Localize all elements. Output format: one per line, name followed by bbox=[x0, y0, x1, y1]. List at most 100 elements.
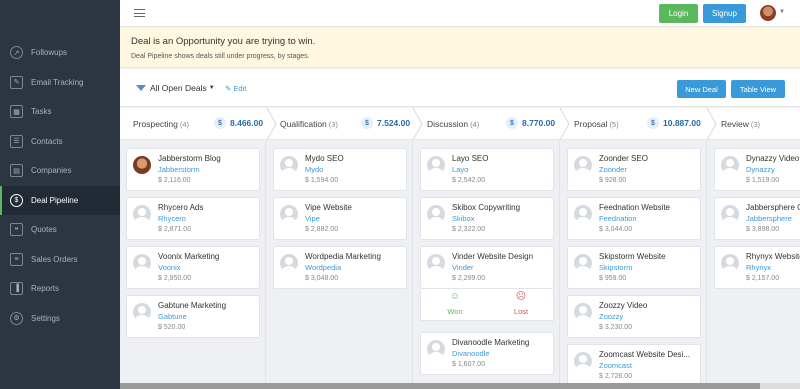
avatar bbox=[427, 156, 445, 174]
deal-title: Jabbersphere C bbox=[746, 203, 800, 212]
quote-icon: ❝ bbox=[10, 223, 23, 237]
deal-card[interactable]: Skipstorm Website Skipstorm $ 959.00 bbox=[567, 246, 701, 289]
deal-card[interactable]: Jabberstorm Blog Jabberstorm $ 2,116.00 bbox=[126, 148, 260, 191]
sidebar-item-quotes[interactable]: ❝ Quotes bbox=[0, 215, 120, 245]
stage-count: (4) bbox=[179, 119, 190, 129]
stage-proposal: Proposal (5) bbox=[574, 108, 619, 140]
sidebar-item-deal-pipeline[interactable]: $ Deal Pipeline bbox=[0, 185, 120, 215]
sidebar-item-companies[interactable]: ▤ Companies bbox=[0, 156, 120, 186]
deal-organization-link[interactable]: Feednation bbox=[599, 214, 637, 223]
deal-title: Feednation Website bbox=[599, 203, 671, 212]
stage-column-prospecting: Jabberstorm Blog Jabberstorm $ 2,116.00 … bbox=[120, 141, 266, 389]
deal-title: Gabtune Marketing bbox=[158, 301, 227, 310]
login-button[interactable]: Login bbox=[659, 4, 698, 23]
won-label: Won bbox=[447, 307, 463, 316]
sidebar-item-settings[interactable]: ⚙ Settings bbox=[0, 304, 120, 334]
won-button[interactable]: ☺ Won bbox=[435, 291, 475, 316]
deal-title: Divanoodle Marketing bbox=[452, 338, 530, 347]
deal-card[interactable]: Vinder Website Design Vinder $ 2,299.00 bbox=[420, 246, 554, 289]
lost-label: Lost bbox=[513, 307, 529, 316]
deal-organization-link[interactable]: Gabtune bbox=[158, 312, 187, 321]
deal-organization-link[interactable]: Layo bbox=[452, 165, 468, 174]
stage-name: Qualification bbox=[280, 119, 327, 129]
deal-organization-link[interactable]: Dynazzy bbox=[746, 165, 775, 174]
avatar bbox=[280, 156, 298, 174]
edit-filter-link[interactable]: ✎ Edit bbox=[225, 84, 246, 93]
deal-organization-link[interactable]: Zoomcast bbox=[599, 361, 632, 370]
dollar-icon: $ bbox=[361, 117, 373, 129]
deal-card[interactable]: Layo SEO Layo $ 2,542.00 bbox=[420, 148, 554, 191]
stage-total: $ 10.887.00 bbox=[647, 117, 701, 129]
deal-card[interactable]: Divanoodle Marketing Divanoodle $ 1,607.… bbox=[420, 332, 554, 375]
stage-column-qualification: Mydo SEO Mydo $ 1,594.00 Vipe Website Vi… bbox=[267, 141, 413, 389]
avatar bbox=[721, 205, 739, 223]
avatar bbox=[427, 205, 445, 223]
deal-amount: $ 3,898.00 bbox=[746, 226, 780, 233]
deal-card[interactable]: Dynazzy Video Dynazzy $ 1,519.00 bbox=[714, 148, 800, 191]
sidebar-item-contacts[interactable]: ☰ Contacts bbox=[0, 127, 120, 157]
hamburger-menu-icon[interactable] bbox=[134, 9, 145, 17]
table-view-button[interactable]: Table View bbox=[731, 80, 785, 98]
stage-divider-chevron bbox=[559, 108, 571, 140]
deal-organization-link[interactable]: Vipe bbox=[305, 214, 320, 223]
sidebar-item-followups[interactable]: ↗ Followups bbox=[0, 38, 120, 68]
sidebar-item-label: Tasks bbox=[31, 107, 52, 117]
deal-organization-link[interactable]: Jabberstorm bbox=[158, 165, 200, 174]
deal-organization-link[interactable]: Voonix bbox=[158, 263, 181, 272]
stage-column-review: Dynazzy Video Dynazzy $ 1,519.00 Jabbers… bbox=[708, 141, 800, 389]
deal-title: Dynazzy Video bbox=[746, 154, 800, 163]
deal-card[interactable]: Gabtune Marketing Gabtune $ 520.00 bbox=[126, 295, 260, 338]
signup-button[interactable]: Signup bbox=[703, 4, 746, 23]
avatar bbox=[133, 156, 151, 174]
deal-amount: $ 2,871.00 bbox=[158, 226, 192, 233]
horizontal-scrollbar[interactable] bbox=[120, 383, 800, 389]
stage-column-proposal: Zoonder SEO Zoonder $ 928.00 Feednation … bbox=[561, 141, 707, 389]
deal-organization-link[interactable]: Zoozzy bbox=[599, 312, 623, 321]
deal-card[interactable]: Mydo SEO Mydo $ 1,594.00 bbox=[273, 148, 407, 191]
deal-title: Skibox Copywriting bbox=[452, 203, 521, 212]
avatar[interactable] bbox=[760, 5, 776, 21]
deal-card[interactable]: Wordpedia Marketing Wordpedia $ 3,048.00 bbox=[273, 246, 407, 289]
sidebar-item-label: Email Tracking bbox=[31, 77, 84, 87]
avatar bbox=[427, 254, 445, 272]
deal-card[interactable]: Feednation Website Feednation $ 3,044.00 bbox=[567, 197, 701, 240]
deal-organization-link[interactable]: Wordpedia bbox=[305, 263, 341, 272]
sidebar-item-sales-orders[interactable]: ≡ Sales Orders bbox=[0, 245, 120, 275]
lost-button[interactable]: ☹ Lost bbox=[501, 291, 541, 316]
deal-card[interactable]: Zoonder SEO Zoonder $ 928.00 bbox=[567, 148, 701, 191]
deal-title: Zoomcast Website Desi... bbox=[599, 350, 690, 359]
deal-organization-link[interactable]: Jabbersphere bbox=[746, 214, 792, 223]
deal-title: Jabberstorm Blog bbox=[158, 154, 221, 163]
stage-total-value: 8.466.00 bbox=[230, 118, 264, 128]
deal-card[interactable]: Zoozzy Video Zoozzy $ 3,230.00 bbox=[567, 295, 701, 338]
stage-count: (3) bbox=[750, 119, 761, 129]
sidebar-item-reports[interactable]: ▐ Reports bbox=[0, 274, 120, 304]
deal-organization-link[interactable]: Rhynyx bbox=[746, 263, 771, 272]
deal-card[interactable]: Voonix Marketing Voonix $ 2,950.00 bbox=[126, 246, 260, 289]
deal-card[interactable]: Rhynyx Website Rhynyx $ 2,157.00 bbox=[714, 246, 800, 289]
stage-discussion: Discussion (4) bbox=[427, 108, 479, 140]
sidebar-item-label: Quotes bbox=[31, 225, 57, 235]
sidebar-item-tasks[interactable]: ▦ Tasks bbox=[0, 97, 120, 127]
chevron-down-icon[interactable]: ▼ bbox=[779, 9, 785, 15]
deal-card[interactable]: Rhycero Ads Rhycero $ 2,871.00 bbox=[126, 197, 260, 240]
new-deal-button[interactable]: New Deal bbox=[677, 80, 726, 98]
deal-organization-link[interactable]: Divanoodle bbox=[452, 349, 490, 358]
deal-card[interactable]: Vipe Website Vipe $ 2,882.00 bbox=[273, 197, 407, 240]
deal-card[interactable]: Zoomcast Website Desi... Zoomcast $ 2,72… bbox=[567, 344, 701, 387]
deal-organization-link[interactable]: Rhycero bbox=[158, 214, 186, 223]
deal-organization-link[interactable]: Skipstorm bbox=[599, 263, 632, 272]
deal-amount: $ 959.00 bbox=[599, 275, 627, 282]
deal-organization-link[interactable]: Vinder bbox=[452, 263, 474, 272]
stage-count: (4) bbox=[470, 119, 480, 129]
deal-organization-link[interactable]: Skibox bbox=[452, 214, 475, 223]
won-lost-actions: ☺ Won ☹ Lost bbox=[420, 289, 554, 321]
scrollbar-thumb[interactable] bbox=[120, 383, 760, 389]
deal-card[interactable]: Jabbersphere C Jabbersphere $ 3,898.00 bbox=[714, 197, 800, 240]
deal-filter-dropdown[interactable]: All Open Deals ▼ bbox=[136, 83, 215, 93]
stage-prospecting: Prospecting (4) bbox=[133, 108, 189, 140]
deal-organization-link[interactable]: Zoonder bbox=[599, 165, 627, 174]
deal-card[interactable]: Skibox Copywriting Skibox $ 2,322.00 bbox=[420, 197, 554, 240]
deal-organization-link[interactable]: Mydo bbox=[305, 165, 323, 174]
sidebar-item-email-tracking[interactable]: ✎ Email Tracking bbox=[0, 68, 120, 98]
